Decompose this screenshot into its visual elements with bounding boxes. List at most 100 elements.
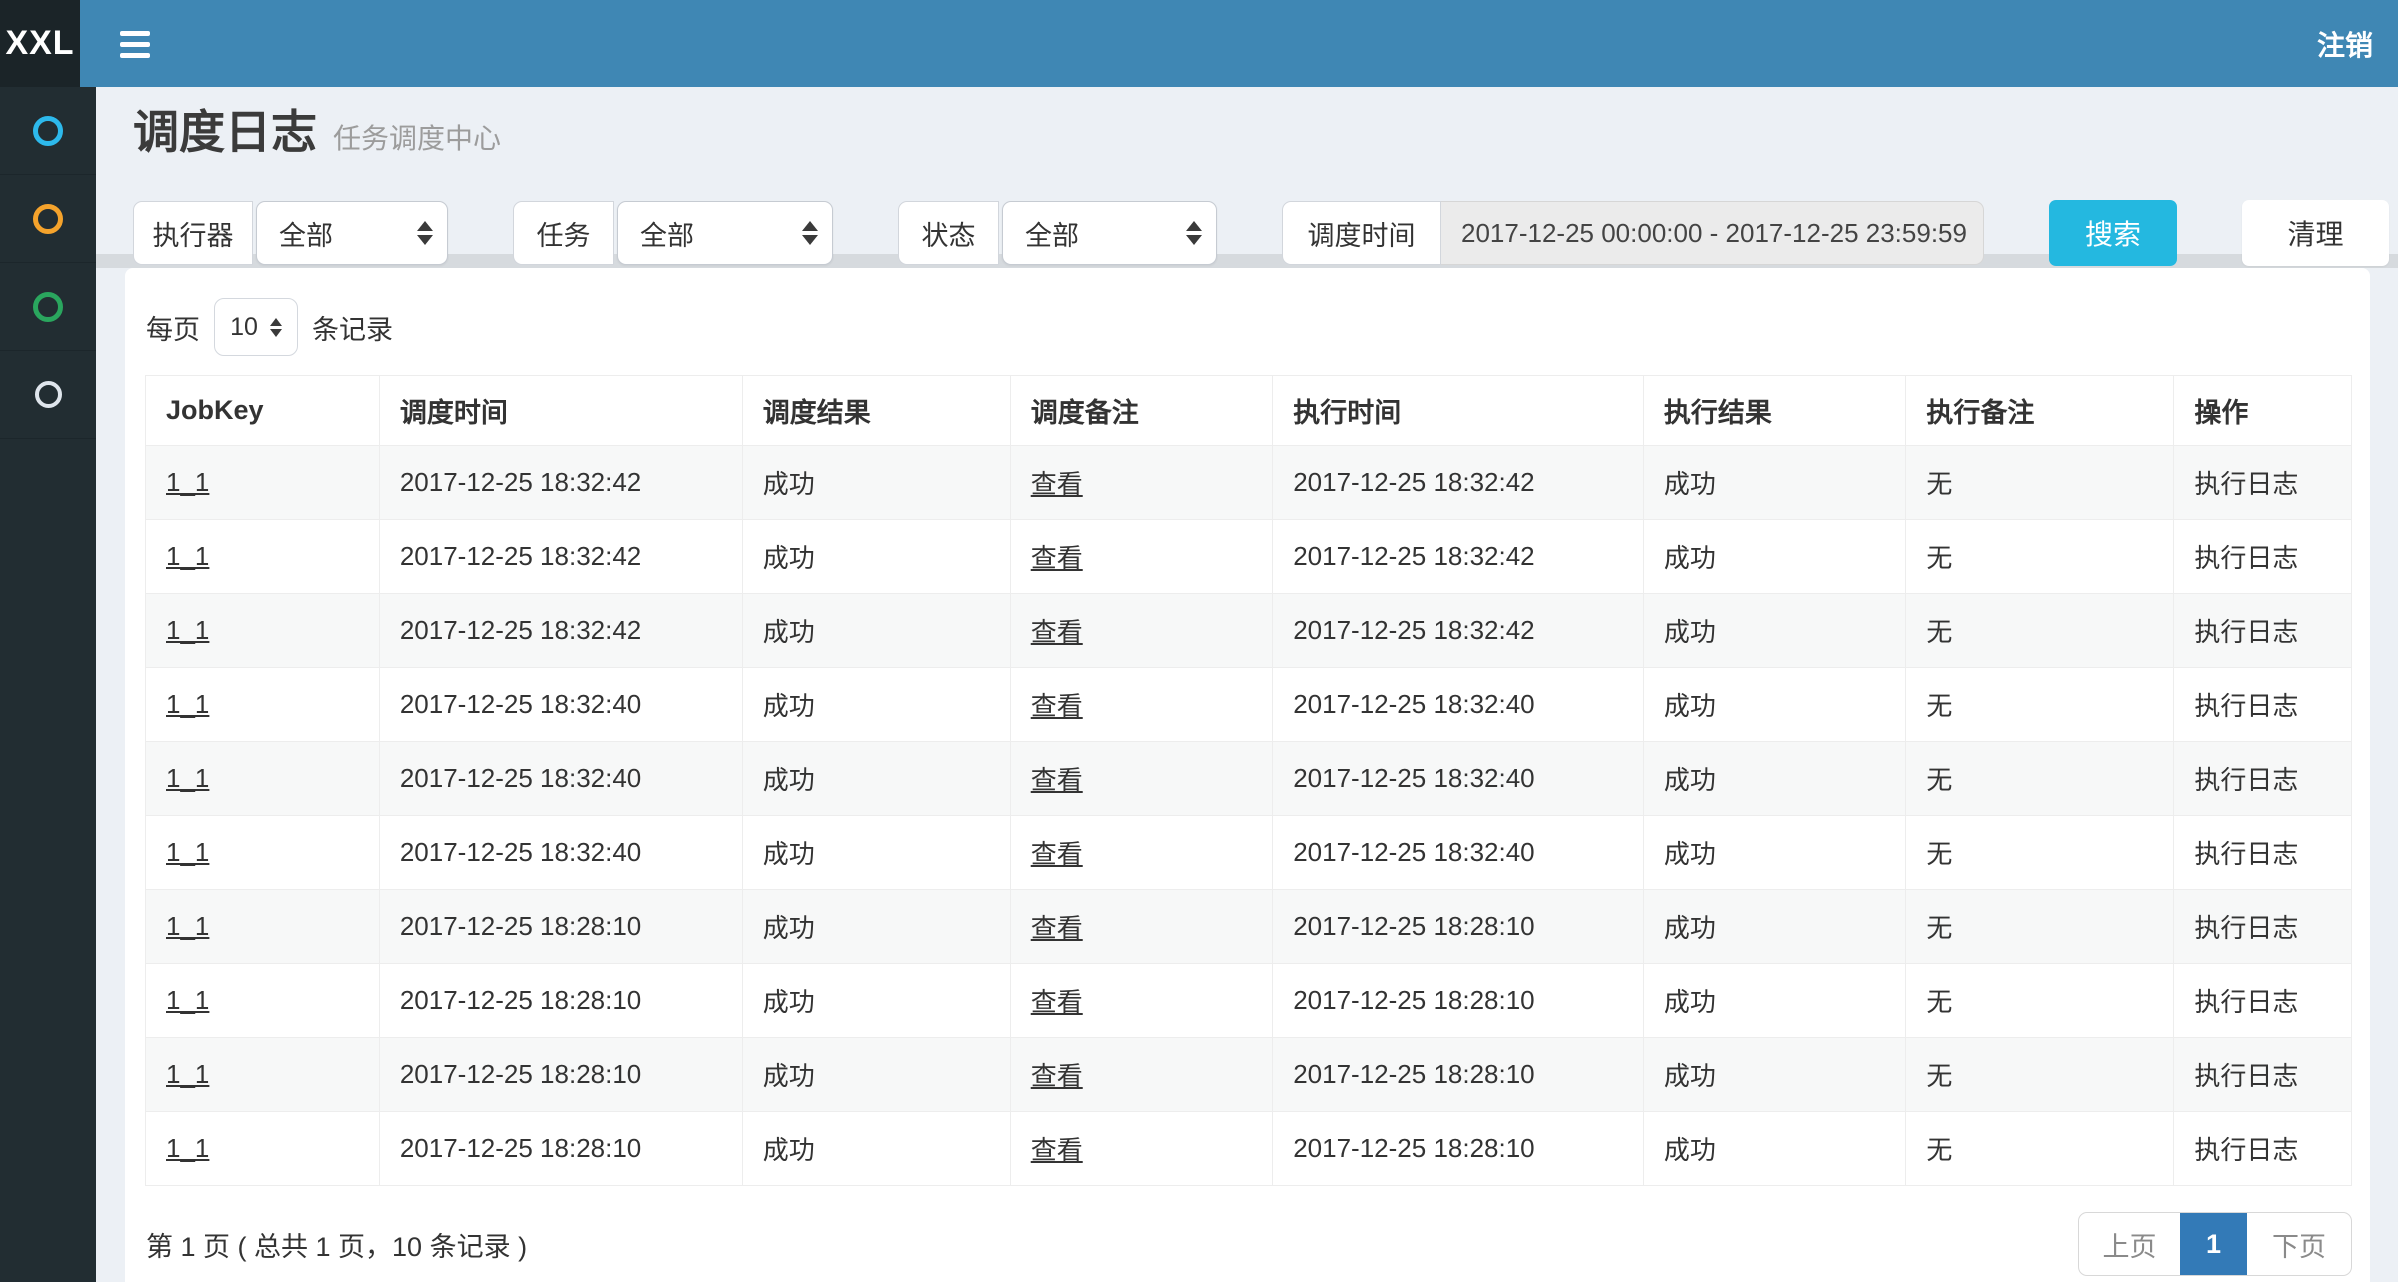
clear-button[interactable]: 清理: [2242, 200, 2389, 266]
hamburger-icon: [120, 53, 150, 58]
job-key-link[interactable]: 1_1: [146, 668, 380, 742]
executor-filter-label: 执行器: [133, 201, 253, 265]
job-key-link[interactable]: 1_1: [146, 890, 380, 964]
time-range-label: 调度时间: [1282, 201, 1441, 265]
trigger-time-cell: 2017-12-25 18:32:42: [379, 446, 742, 520]
sidebar-item-3[interactable]: [0, 263, 96, 351]
app-logo[interactable]: XXL: [0, 0, 80, 87]
exec-result-cell: 成功: [1643, 594, 1906, 668]
current-page-button[interactable]: 1: [2180, 1213, 2247, 1275]
exec-time-cell: 2017-12-25 18:32:40: [1273, 668, 1644, 742]
status-filter-group: 状态 全部: [898, 201, 1217, 265]
view-trigger-remark-link[interactable]: 查看: [1010, 520, 1273, 594]
trigger-result-cell: 成功: [742, 1112, 1010, 1186]
execution-log-link[interactable]: 执行日志: [2174, 594, 2352, 668]
job-key-link[interactable]: 1_1: [146, 446, 380, 520]
executor-filter-group: 执行器 全部: [133, 201, 448, 265]
hamburger-icon: [120, 42, 150, 47]
exec-remark-cell: 无: [1906, 1112, 2174, 1186]
sidebar-item-1[interactable]: [0, 87, 96, 175]
sidebar-toggle-button[interactable]: [120, 25, 158, 63]
execution-log-link[interactable]: 执行日志: [2174, 520, 2352, 594]
exec-result-cell: 成功: [1643, 1112, 1906, 1186]
column-header-trigger_time: 调度时间: [379, 376, 742, 446]
column-header-exec_remark: 执行备注: [1906, 376, 2174, 446]
trigger-result-cell: 成功: [742, 1038, 1010, 1112]
trigger-time-cell: 2017-12-25 18:32:40: [379, 742, 742, 816]
execution-log-link[interactable]: 执行日志: [2174, 742, 2352, 816]
view-trigger-remark-link[interactable]: 查看: [1010, 1038, 1273, 1112]
view-trigger-remark-link[interactable]: 查看: [1010, 594, 1273, 668]
trigger-time-cell: 2017-12-25 18:28:10: [379, 1038, 742, 1112]
exec-time-cell: 2017-12-25 18:28:10: [1273, 1112, 1644, 1186]
job-select[interactable]: 全部: [617, 201, 833, 265]
table-row: 1_12017-12-25 18:28:10成功查看2017-12-25 18:…: [146, 1112, 2352, 1186]
search-button[interactable]: 搜索: [2049, 200, 2177, 266]
hamburger-icon: [120, 31, 150, 36]
view-trigger-remark-link[interactable]: 查看: [1010, 668, 1273, 742]
page-summary: 第 1 页 ( 总共 1 页，10 条记录 ): [146, 1212, 527, 1276]
execution-log-link[interactable]: 执行日志: [2174, 1038, 2352, 1112]
prev-page-button[interactable]: 上页: [2079, 1213, 2180, 1275]
job-key-link[interactable]: 1_1: [146, 816, 380, 890]
sidebar-item-2[interactable]: [0, 175, 96, 263]
view-trigger-remark-link[interactable]: 查看: [1010, 742, 1273, 816]
trigger-result-cell: 成功: [742, 964, 1010, 1038]
view-trigger-remark-link[interactable]: 查看: [1010, 1112, 1273, 1186]
execution-log-link[interactable]: 执行日志: [2174, 890, 2352, 964]
exec-result-cell: 成功: [1643, 446, 1906, 520]
table-row: 1_12017-12-25 18:28:10成功查看2017-12-25 18:…: [146, 1038, 2352, 1112]
table-row: 1_12017-12-25 18:28:10成功查看2017-12-25 18:…: [146, 964, 2352, 1038]
per-page-control: 每页 10 条记录: [146, 296, 393, 358]
sidebar: [0, 87, 96, 1282]
job-key-link[interactable]: 1_1: [146, 520, 380, 594]
top-navbar: XXL 注销: [0, 0, 2398, 87]
execution-log-link[interactable]: 执行日志: [2174, 1112, 2352, 1186]
job-key-link[interactable]: 1_1: [146, 1112, 380, 1186]
filter-toolbar: 执行器 全部 任务 全部 状态 全部 调度时间 2017-12-25 00:00…: [133, 200, 2389, 266]
per-page-select[interactable]: 10: [214, 298, 298, 356]
trigger-result-cell: 成功: [742, 890, 1010, 964]
exec-remark-cell: 无: [1906, 742, 2174, 816]
time-range-input[interactable]: 2017-12-25 00:00:00 - 2017-12-25 23:59:5…: [1441, 201, 1984, 265]
circle-outline-icon: [33, 116, 63, 146]
per-page-prefix-label: 每页: [146, 308, 200, 347]
select-stepper-icon: [1186, 221, 1202, 245]
execution-log-link[interactable]: 执行日志: [2174, 964, 2352, 1038]
exec-time-cell: 2017-12-25 18:32:42: [1273, 520, 1644, 594]
sidebar-item-4[interactable]: [0, 351, 96, 439]
status-select[interactable]: 全部: [1002, 201, 1217, 265]
job-filter-label: 任务: [513, 201, 614, 265]
exec-time-cell: 2017-12-25 18:32:42: [1273, 446, 1644, 520]
circle-outline-icon: [33, 292, 63, 322]
view-trigger-remark-link[interactable]: 查看: [1010, 446, 1273, 520]
view-trigger-remark-link[interactable]: 查看: [1010, 890, 1273, 964]
column-header-exec_result: 执行结果: [1643, 376, 1906, 446]
exec-time-cell: 2017-12-25 18:28:10: [1273, 964, 1644, 1038]
executor-select[interactable]: 全部: [256, 201, 448, 265]
execution-log-link[interactable]: 执行日志: [2174, 446, 2352, 520]
job-key-link[interactable]: 1_1: [146, 1038, 380, 1112]
job-key-link[interactable]: 1_1: [146, 964, 380, 1038]
exec-time-cell: 2017-12-25 18:28:10: [1273, 1038, 1644, 1112]
job-key-link[interactable]: 1_1: [146, 594, 380, 668]
table-row: 1_12017-12-25 18:32:40成功查看2017-12-25 18:…: [146, 742, 2352, 816]
page-title: 调度日志: [133, 96, 317, 162]
exec-result-cell: 成功: [1643, 520, 1906, 594]
column-header-job_key: JobKey: [146, 376, 380, 446]
exec-remark-cell: 无: [1906, 1038, 2174, 1112]
pagination: 上页 1 下页: [2078, 1212, 2352, 1276]
job-key-link[interactable]: 1_1: [146, 742, 380, 816]
column-header-exec_time: 执行时间: [1273, 376, 1644, 446]
circle-outline-icon: [33, 204, 63, 234]
log-table: JobKey调度时间调度结果调度备注执行时间执行结果执行备注操作 1_12017…: [145, 375, 2352, 1186]
execution-log-link[interactable]: 执行日志: [2174, 668, 2352, 742]
log-table-body: 1_12017-12-25 18:32:42成功查看2017-12-25 18:…: [146, 446, 2352, 1186]
view-trigger-remark-link[interactable]: 查看: [1010, 964, 1273, 1038]
execution-log-link[interactable]: 执行日志: [2174, 816, 2352, 890]
exec-time-cell: 2017-12-25 18:32:40: [1273, 816, 1644, 890]
next-page-button[interactable]: 下页: [2247, 1213, 2351, 1275]
logout-link[interactable]: 注销: [2317, 0, 2373, 87]
trigger-result-cell: 成功: [742, 594, 1010, 668]
view-trigger-remark-link[interactable]: 查看: [1010, 816, 1273, 890]
